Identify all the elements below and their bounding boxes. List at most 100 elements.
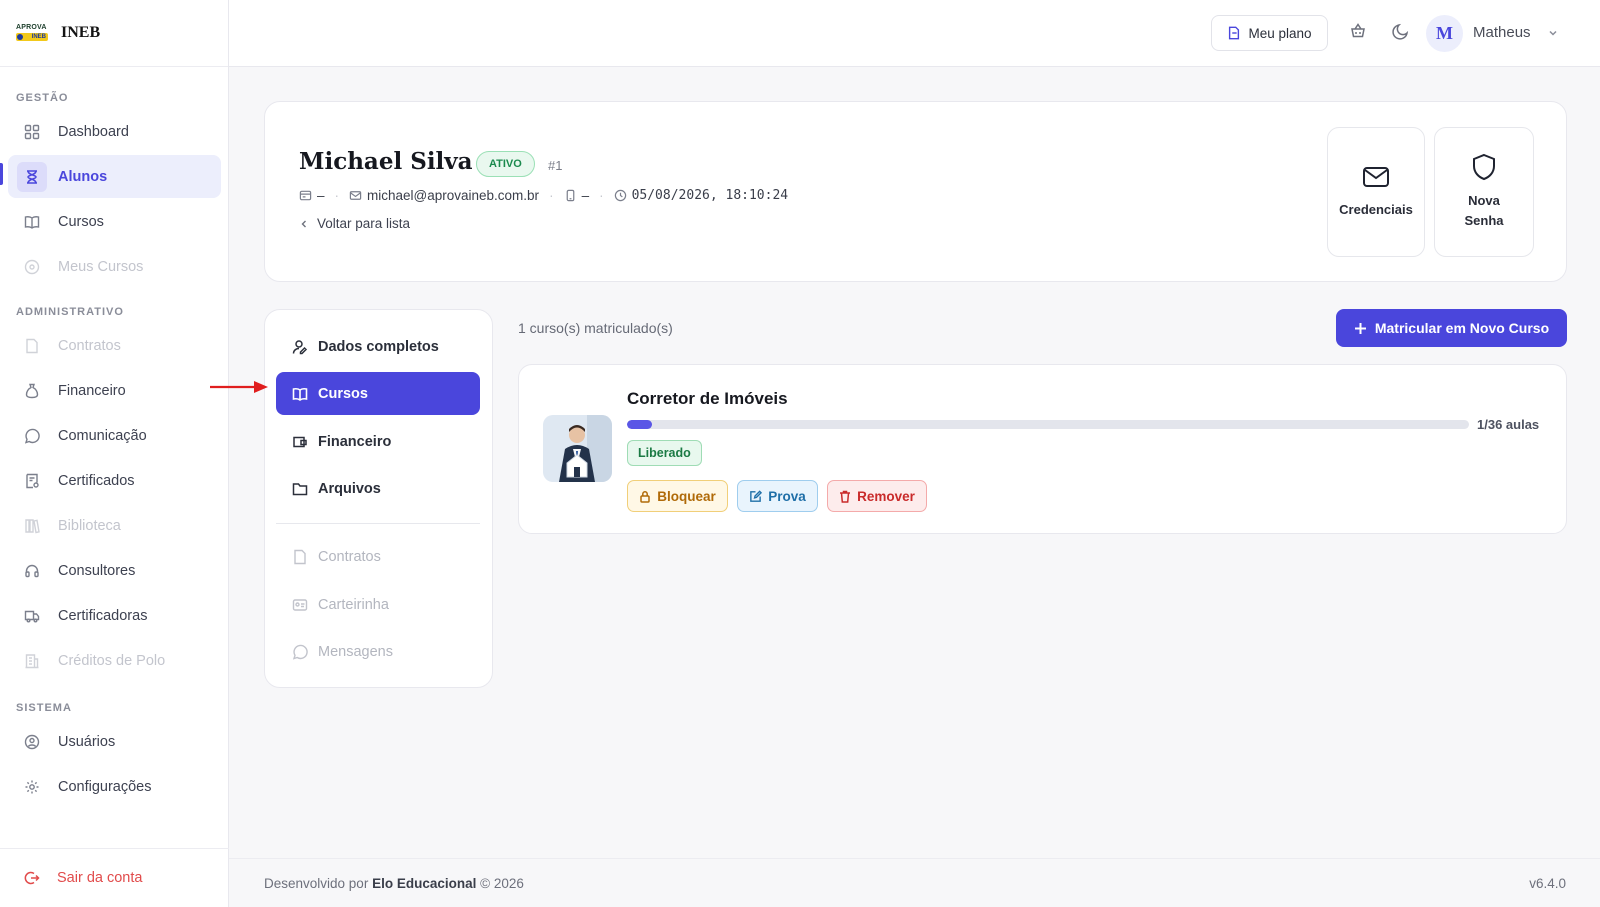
- new-password-button[interactable]: Nova Senha: [1434, 127, 1534, 257]
- tab-label: Contratos: [318, 548, 381, 565]
- book-open-icon: [292, 386, 308, 402]
- logout-icon: [17, 870, 47, 886]
- tab-cursos[interactable]: Cursos: [276, 372, 480, 415]
- back-to-list-link[interactable]: Voltar para lista: [299, 216, 410, 231]
- tab-contratos[interactable]: Contratos: [276, 535, 480, 578]
- course-card: Corretor de Imóveis 1/36 aulas Liberado …: [518, 364, 1567, 534]
- plus-icon: [1354, 322, 1367, 335]
- credentials-label: Credenciais: [1339, 202, 1413, 217]
- sidebar-item-certificadoras[interactable]: Certificadoras: [8, 594, 221, 637]
- tab-financeiro[interactable]: Financeiro: [276, 420, 480, 463]
- footer: Desenvolvido por Elo Educacional © 2026 …: [229, 858, 1600, 907]
- sidebar-item-dashboard[interactable]: Dashboard: [8, 110, 221, 153]
- graduation-icon: [17, 161, 47, 192]
- sidebar-item-alunos[interactable]: Alunos: [8, 155, 221, 198]
- chat-icon: [292, 644, 308, 660]
- app-version: v6.4.0: [1529, 876, 1566, 891]
- course-progress-label: 1/36 aulas: [1477, 417, 1540, 432]
- grid-icon: [17, 117, 47, 147]
- sidebar-item-configuracoes[interactable]: Configurações: [8, 765, 221, 808]
- footer-copyright: © 2026: [480, 876, 524, 891]
- footer-credits: Desenvolvido por Elo Educacional © 2026: [264, 876, 524, 891]
- tab-carteirinha[interactable]: Carteirinha: [276, 583, 480, 626]
- avatar[interactable]: M: [1426, 15, 1463, 52]
- sidebar-item-label: Comunicação: [58, 427, 147, 444]
- chevron-down-icon[interactable]: [1547, 27, 1559, 39]
- student-id: #1: [548, 158, 563, 173]
- logout-button[interactable]: Sair da conta: [0, 848, 229, 907]
- file-icon: [17, 331, 47, 361]
- user-shield-icon: [17, 727, 47, 757]
- wallet-icon: [292, 434, 308, 450]
- student-document: –: [317, 188, 325, 203]
- course-status-badge: Liberado: [627, 440, 702, 466]
- exam-button[interactable]: Prova: [737, 480, 818, 512]
- brand-name: INEB: [61, 24, 101, 41]
- brand-logo: APROVA INEB: [16, 24, 48, 42]
- my-plan-button[interactable]: Meu plano: [1211, 15, 1328, 51]
- edit-icon: [749, 489, 763, 503]
- credentials-button[interactable]: Credenciais: [1327, 127, 1425, 257]
- enroll-new-course-button[interactable]: Matricular em Novo Curso: [1336, 309, 1567, 347]
- back-to-list-label: Voltar para lista: [317, 216, 411, 231]
- block-course-button[interactable]: Bloquear: [627, 480, 728, 512]
- exam-label: Prova: [768, 488, 806, 504]
- block-label: Bloquear: [657, 488, 716, 504]
- user-name[interactable]: Matheus: [1473, 24, 1531, 41]
- sidebar-item-label: Meus Cursos: [58, 258, 144, 275]
- brand[interactable]: APROVA INEB INEB: [0, 0, 228, 67]
- sidebar-item-contratos[interactable]: Contratos: [8, 324, 221, 367]
- section-sistema: SISTEMA: [16, 702, 72, 714]
- sidebar-item-creditos-polo[interactable]: Créditos de Polo: [8, 639, 221, 682]
- topbar: Meu plano M Matheus: [229, 0, 1600, 67]
- sidebar-item-label: Certificados: [58, 472, 135, 489]
- course-title[interactable]: Corretor de Imóveis: [627, 389, 788, 409]
- basket-icon[interactable]: [1349, 22, 1367, 40]
- course-progress-bar: [627, 420, 1469, 429]
- id-card-icon: [292, 597, 308, 613]
- sidebar-item-certificados[interactable]: Certificados: [8, 459, 221, 502]
- sidebar-item-label: Créditos de Polo: [58, 652, 166, 669]
- meta-separator: ·: [549, 188, 554, 203]
- id-card-icon: [299, 189, 312, 202]
- course-progress-fill: [627, 420, 653, 429]
- money-bag-icon: [17, 376, 47, 406]
- sidebar-item-usuarios[interactable]: Usuários: [8, 720, 221, 763]
- new-password-label-line2: Senha: [1464, 213, 1504, 228]
- moon-icon[interactable]: [1392, 22, 1410, 40]
- headset-icon: [17, 556, 47, 586]
- sidebar-item-label: Biblioteca: [58, 517, 121, 534]
- footer-prefix: Desenvolvido por: [264, 876, 369, 891]
- tab-label: Dados completos: [318, 338, 439, 355]
- my-plan-label: Meu plano: [1248, 25, 1312, 41]
- sidebar-item-consultores[interactable]: Consultores: [8, 549, 221, 592]
- annotation-arrow-icon: [210, 381, 268, 393]
- sidebar-item-comunicacao[interactable]: Comunicação: [8, 414, 221, 457]
- student-meta: – · michael@aprovaineb.com.br · – · 05/0…: [299, 188, 788, 203]
- folder-icon: [292, 481, 308, 497]
- tab-dados-completos[interactable]: Dados completos: [276, 325, 480, 368]
- sidebar-item-cursos[interactable]: Cursos: [8, 200, 221, 243]
- logo-top-text: APROVA: [16, 24, 47, 31]
- student-tabs: Dados completos Cursos Financeiro Arquiv…: [264, 309, 493, 688]
- enrolled-count: 1 curso(s) matriculado(s): [518, 320, 673, 336]
- whatsapp-icon: [17, 421, 47, 451]
- sidebar-item-label: Configurações: [58, 778, 152, 795]
- sidebar-item-label: Alunos: [58, 168, 108, 185]
- logout-label: Sair da conta: [57, 870, 143, 886]
- logo-bottom-text: INEB: [16, 33, 48, 41]
- user-edit-icon: [292, 339, 308, 355]
- tab-label: Mensagens: [318, 643, 393, 660]
- course-thumbnail[interactable]: [543, 415, 612, 482]
- sidebar-item-label: Cursos: [58, 213, 104, 230]
- tab-mensagens[interactable]: Mensagens: [276, 630, 480, 673]
- shield-icon: [1471, 153, 1497, 181]
- sidebar-item-financeiro[interactable]: Financeiro: [8, 369, 221, 412]
- footer-company[interactable]: Elo Educacional: [372, 876, 476, 891]
- sidebar-item-biblioteca[interactable]: Biblioteca: [8, 504, 221, 547]
- remove-course-button[interactable]: Remover: [827, 480, 927, 512]
- tab-arquivos[interactable]: Arquivos: [276, 467, 480, 510]
- sidebar-item-meus-cursos[interactable]: Meus Cursos: [8, 245, 221, 288]
- section-administrativo: ADMINISTRATIVO: [16, 306, 124, 318]
- meta-separator: ·: [334, 188, 340, 203]
